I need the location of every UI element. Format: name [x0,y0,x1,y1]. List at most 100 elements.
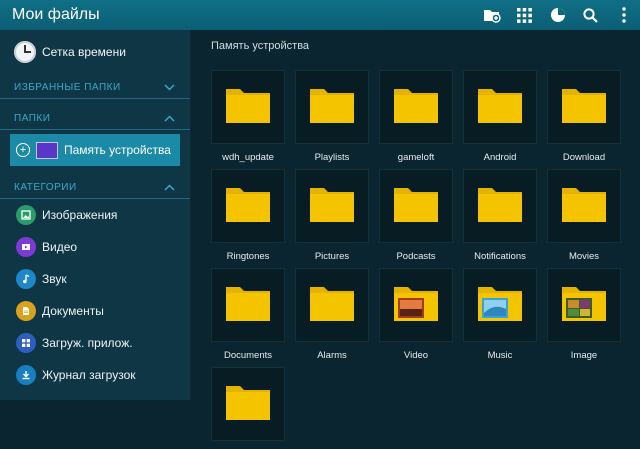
folder-tile[interactable]: gameloft [379,70,453,163]
sidebar-item-downloaded-apps[interactable]: Загруж. прилож. [0,327,190,359]
folder-tile[interactable] [211,367,285,449]
folder-icon [560,184,608,229]
folder-thumbnail [379,268,453,342]
folder-name: Documents [223,350,273,361]
folder-name: Android [483,152,517,163]
folder-name: Download [562,152,606,163]
section-categories-header[interactable]: КАТЕГОРИИ [0,176,190,199]
more-options-button[interactable] [607,0,640,30]
folder-icon [308,184,356,229]
folder-tile[interactable]: Podcasts [379,169,453,262]
folder-thumbnail [211,367,285,441]
sidebar: Сетка времени ИЗБРАННЫЕ ПАПКИ ПАПКИ + Па… [0,30,191,400]
download-icon [16,365,36,385]
storage-usage-icon [550,8,565,22]
folder-tile[interactable]: Playlists [295,70,369,163]
folder-tile[interactable]: Ringtones [211,169,285,262]
grid-view-button[interactable] [508,0,541,30]
folder-icon [224,85,272,130]
folder-icon [476,85,524,130]
folder-name: Alarms [317,350,347,361]
section-title: ИЗБРАННЫЕ ПАПКИ [14,81,121,93]
new-folder-button[interactable] [475,0,508,30]
device-storage-icon [36,141,58,159]
search-icon [583,7,598,23]
folder-thumbnail [211,169,285,243]
folder-thumbnail [211,268,285,342]
folder-icon [392,184,440,229]
folder-name: Podcasts [396,251,436,262]
folder-tile[interactable]: Pictures [295,169,369,262]
search-button[interactable] [574,0,607,30]
chevron-down-icon [162,82,176,92]
folder-name: Movies [568,251,600,262]
folder-thumbnail [547,169,621,243]
folder-video-icon [392,283,440,328]
folder-icon [476,184,524,229]
folder-tile[interactable]: Android [463,70,537,163]
current-path: Память устройства [211,40,310,52]
music-icon [16,269,36,289]
sidebar-item-label: Видео [42,240,78,254]
sidebar-item-label: Загруж. прилож. [42,336,133,350]
folder-name: Ringtones [226,251,270,262]
folder-name: Video [403,350,429,361]
folder-icon [560,85,608,130]
folder-thumbnail [463,268,537,342]
section-title: ПАПКИ [14,112,51,124]
new-folder-icon [483,10,501,23]
sidebar-item-label: Память устройства [64,143,171,157]
folder-tile[interactable]: Video [379,268,453,361]
folder-icon [392,85,440,130]
sidebar-item-download-history[interactable]: Журнал загрузок [0,359,190,391]
folder-tile[interactable]: Download [547,70,621,163]
apps-icon [16,333,36,353]
folder-thumbnail [379,70,453,144]
folder-thumbnail [463,70,537,144]
folder-tile[interactable]: Notifications [463,169,537,262]
chevron-up-icon [162,113,176,123]
sidebar-item-device-storage[interactable]: + Память устройства [10,134,180,166]
sidebar-item-label: Изображения [42,208,118,222]
folder-name: Notifications [474,251,526,262]
folder-tile[interactable]: Alarms [295,268,369,361]
section-favorites-header[interactable]: ИЗБРАННЫЕ ПАПКИ [0,76,190,99]
folder-image-icon [560,283,608,328]
folder-tile[interactable]: wdh_update [211,70,285,163]
sidebar-item-label: Звук [42,272,67,286]
folder-tile[interactable]: Movies [547,169,621,262]
sidebar-item-images[interactable]: Изображения [0,199,190,231]
sidebar-item-timeline[interactable]: Сетка времени [0,30,190,74]
folder-thumbnail [463,169,537,243]
sidebar-item-video[interactable]: Видео [0,231,190,263]
folder-icon [308,85,356,130]
grid-view-icon [517,7,532,23]
expand-plus-icon[interactable]: + [16,143,30,157]
folder-tile[interactable]: Image [547,268,621,361]
video-icon [16,237,36,257]
folder-icon [224,382,272,427]
folder-thumbnail [547,70,621,144]
folder-music-icon [476,283,524,328]
sidebar-item-label: Сетка времени [42,45,126,59]
more-vert-icon [621,7,626,23]
folder-icon [224,184,272,229]
folder-tile[interactable]: Music [463,268,537,361]
folder-tile[interactable]: Documents [211,268,285,361]
sidebar-item-label: Журнал загрузок [42,368,136,382]
documents-icon [16,301,36,321]
folder-thumbnail [295,268,369,342]
section-title: КАТЕГОРИИ [14,181,77,193]
app-bar: Мои файлы [0,0,640,30]
storage-usage-button[interactable] [541,0,574,30]
section-folders-header[interactable]: ПАПКИ [0,107,190,130]
folder-thumbnail [295,169,369,243]
folder-icon [224,283,272,328]
folder-name: Playlists [314,152,350,163]
sidebar-item-documents[interactable]: Документы [0,295,190,327]
clock-icon [14,41,36,63]
folder-icon [308,283,356,328]
folder-thumbnail [295,70,369,144]
sidebar-item-audio[interactable]: Звук [0,263,190,295]
folder-name: Music [487,350,513,361]
